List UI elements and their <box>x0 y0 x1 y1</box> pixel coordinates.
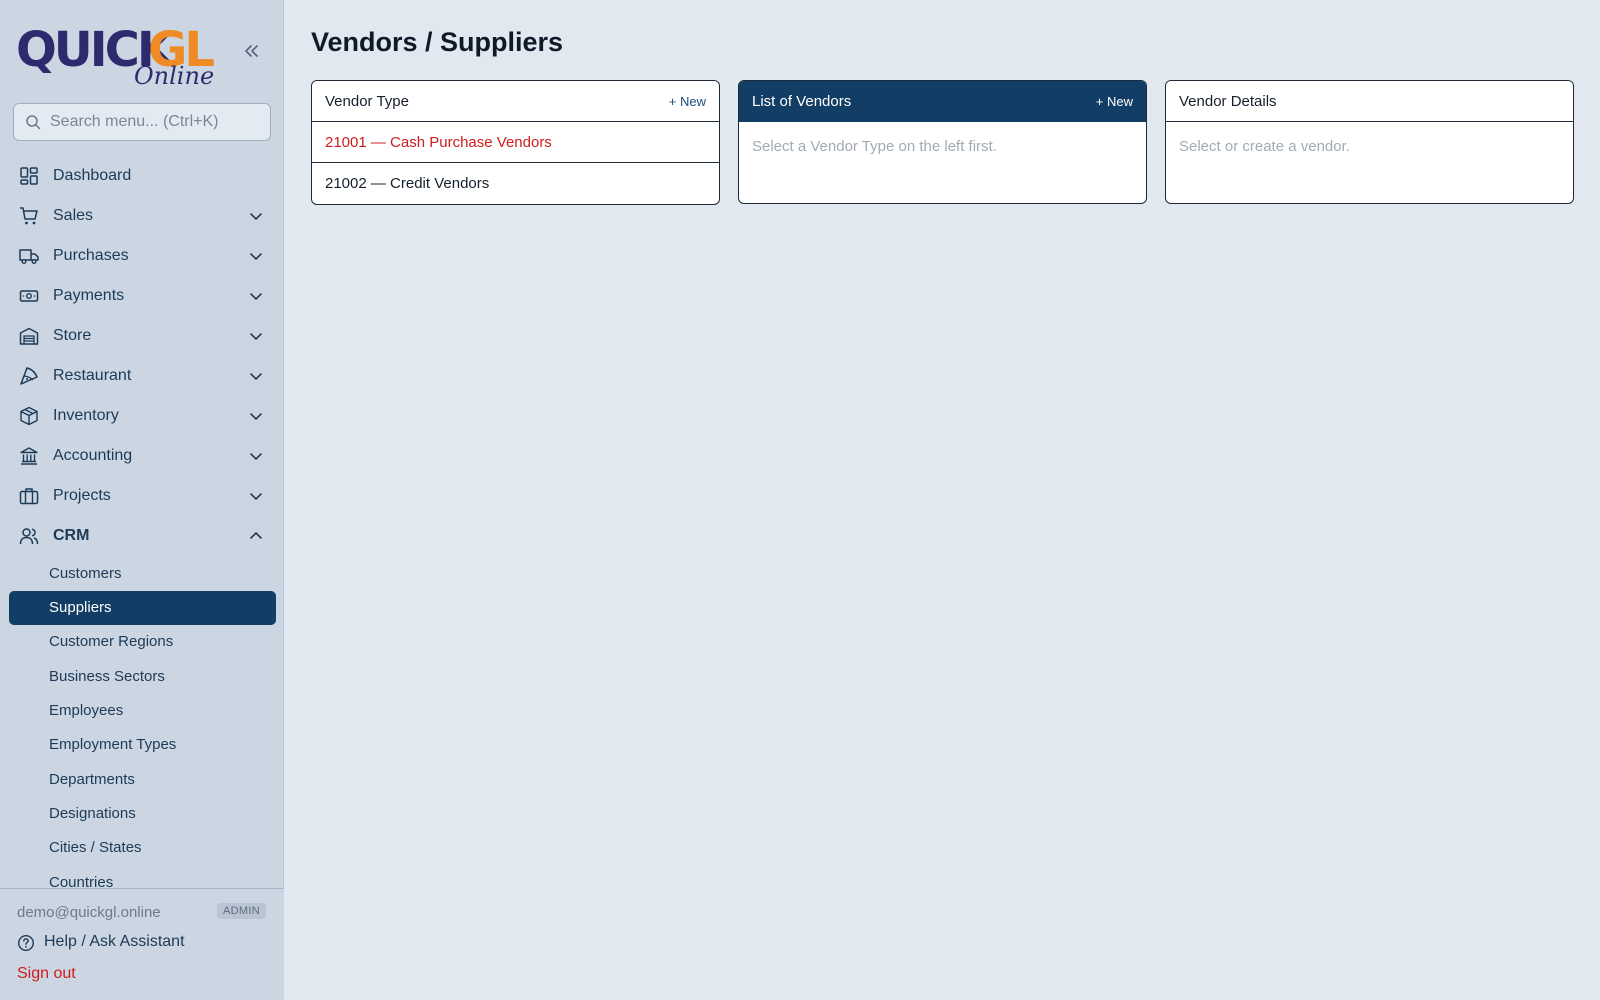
sidebar-item-customer-regions[interactable]: Customer Regions <box>9 625 276 659</box>
sub-item-label: Suppliers <box>49 599 112 616</box>
page-title: Vendors / Suppliers <box>311 27 564 57</box>
sub-item-label: Designations <box>49 805 136 822</box>
user-email: demo@quickgl.online <box>17 904 161 921</box>
panel-header: Vendor Details <box>1166 81 1573 122</box>
vendor-type-label: 21001 — Cash Purchase Vendors <box>325 134 552 151</box>
empty-state: Select a Vendor Type on the left first. <box>739 122 1146 203</box>
panel-title: Vendor Type <box>325 93 409 110</box>
sidebar-item-customers[interactable]: Customers <box>9 557 276 591</box>
sidebar-item-suppliers[interactable]: Suppliers <box>9 591 276 625</box>
new-vendor-type-button[interactable]: + New <box>669 94 706 109</box>
sidebar-item-employees[interactable]: Employees <box>9 694 276 728</box>
sub-item-label: Employees <box>49 702 124 719</box>
sidebar-item-designations[interactable]: Designations <box>9 797 276 831</box>
sign-out-link[interactable]: Sign out <box>17 965 76 983</box>
sub-item-label: Customer Regions <box>49 633 174 650</box>
vendor-list-panel: List of Vendors + New Select a Vendor Ty… <box>738 80 1147 204</box>
sidebar: QUICK GL Online Dashboard Sales <box>0 0 284 1000</box>
vendor-type-label: 21002 — Credit Vendors <box>325 175 490 192</box>
panel-header: List of Vendors + New <box>739 81 1146 122</box>
empty-state: Select or create a vendor. <box>1166 122 1573 203</box>
panel-title: List of Vendors <box>752 93 852 110</box>
sidebar-item-departments[interactable]: Departments <box>9 763 276 797</box>
vendor-details-panel: Vendor Details Select or create a vendor… <box>1165 80 1574 204</box>
sub-item-label: Employment Types <box>49 736 177 753</box>
sub-item-label: Business Sectors <box>49 668 165 685</box>
vendor-type-row[interactable]: 21002 — Credit Vendors <box>312 163 719 204</box>
sub-item-label: Cities / States <box>49 839 142 856</box>
empty-message: Select or create a vendor. <box>1179 138 1350 155</box>
sub-item-label: Customers <box>49 565 122 582</box>
sub-item-label: Departments <box>49 771 135 788</box>
sidebar-item-employment-types[interactable]: Employment Types <box>9 728 276 762</box>
help-label: Help / Ask Assistant <box>44 933 185 950</box>
vendor-type-row[interactable]: 21001 — Cash Purchase Vendors <box>312 122 719 163</box>
empty-message: Select a Vendor Type on the left first. <box>752 138 997 155</box>
panel-title: Vendor Details <box>1179 93 1277 110</box>
sidebar-footer: demo@quickgl.online ADMIN Help / Ask Ass… <box>0 888 284 1000</box>
crm-submenu: Customers Suppliers Customer Regions Bus… <box>0 0 284 890</box>
new-vendor-button[interactable]: + New <box>1096 94 1133 109</box>
role-badge: ADMIN <box>217 903 266 919</box>
help-circle-icon <box>17 934 35 952</box>
sidebar-item-business-sectors[interactable]: Business Sectors <box>9 660 276 694</box>
sidebar-item-countries[interactable]: Countries <box>9 866 276 890</box>
panel-header: Vendor Type + New <box>312 81 719 122</box>
sidebar-item-cities-states[interactable]: Cities / States <box>9 831 276 865</box>
vendor-type-panel: Vendor Type + New 21001 — Cash Purchase … <box>311 80 720 205</box>
